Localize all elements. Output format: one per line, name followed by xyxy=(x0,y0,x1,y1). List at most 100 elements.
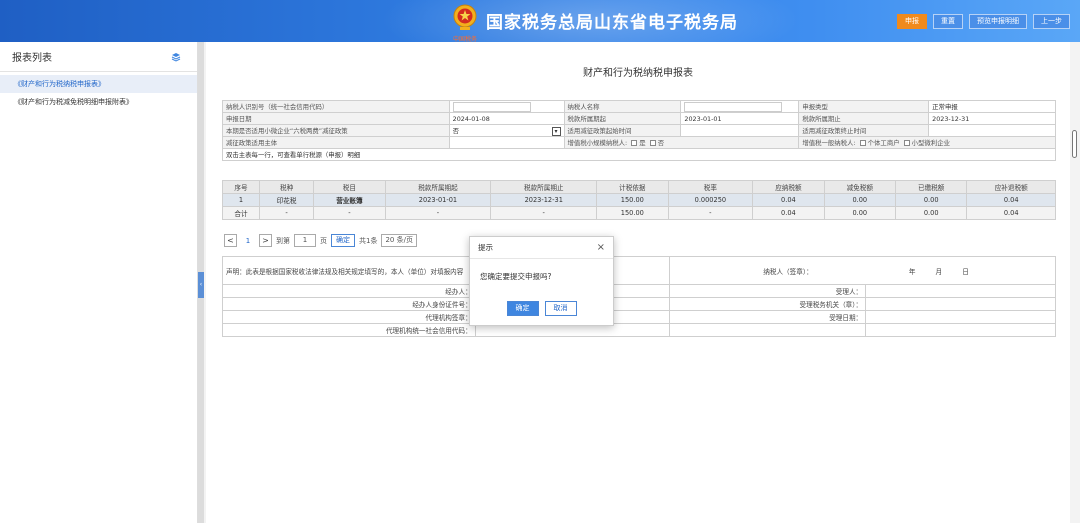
table-hint: 双击主表每一行，可查看单行税源（申报）明细 xyxy=(222,148,1056,161)
col-header: 税率 xyxy=(667,180,754,194)
col-header: 已缴税额 xyxy=(894,180,968,194)
current-page-number[interactable]: 1 xyxy=(241,237,255,245)
signature-cell: 纳税人（签章）： 年 月 日 xyxy=(669,256,1056,285)
close-icon[interactable]: × xyxy=(597,242,605,253)
next-page-button[interactable]: > xyxy=(259,234,272,247)
goto-label: 到第 xyxy=(276,236,290,245)
period-end-value: 2023-12-31 xyxy=(928,112,1056,125)
app-header: 中国税务 国家税务总局山东省电子税务局 申报 重置 预览申报明细 上一步 xyxy=(0,0,1080,42)
declare-button[interactable]: 申报 xyxy=(897,14,927,29)
scrollbar-thumb[interactable] xyxy=(1072,130,1077,158)
main-panel: 财产和行为税纳税申报表 纳税人识别号（统一社会信用代码） 纳税人名称 申报类型 … xyxy=(206,42,1070,523)
table-cell: 0.00 xyxy=(894,206,968,220)
individual-label: 个体工商户 xyxy=(867,139,900,147)
period-start-value: 2023-01-01 xyxy=(680,112,800,125)
table-cell: 营业账簿 xyxy=(313,193,386,207)
declare-type-label: 申报类型 xyxy=(798,100,930,113)
signer-label: 纳税人（签章）： xyxy=(763,267,813,276)
table-cell: 150.00 xyxy=(596,193,669,207)
agency-seal-label: 代理机构签章： xyxy=(222,310,476,324)
micro-enterprise-label: 小型微利企业 xyxy=(911,139,950,147)
form-title: 财产和行为税纳税申报表 xyxy=(583,68,693,79)
declare-type-value: 正常申报 xyxy=(928,100,1056,113)
taxpayer-info-grid: 纳税人识别号（统一社会信用代码） 纳税人名称 申报类型 正常申报 申报日期 20… xyxy=(222,100,1056,161)
header-actions: 申报 重置 预览申报明细 上一步 xyxy=(897,14,1070,29)
col-header: 应纳税额 xyxy=(752,180,825,194)
tax-emblem-icon xyxy=(453,4,477,30)
year-label: 年 xyxy=(908,267,916,276)
dialog-message: 您确定要提交申报吗? xyxy=(480,272,552,281)
table-total-row: 合计 - - - - 150.00 - 0.04 0.00 0.00 0.04 xyxy=(222,206,1056,220)
report-sidebar: 报表列表 《财产和行为税纳税申报表》 《财产和行为税减免税明细申报附表》 xyxy=(0,42,198,523)
col-header: 税款所属期起 xyxy=(384,180,492,194)
tax-detail-table: 序号 税种 税目 税款所属期起 税款所属期止 计税依据 税率 应纳税额 减免税额… xyxy=(222,180,1056,220)
table-row[interactable]: 1 印花税 营业账簿 2023-01-01 2023-12-31 150.00 … xyxy=(222,193,1056,207)
dialog-actions: 确定 取消 xyxy=(470,301,613,316)
col-header: 应补退税额 xyxy=(966,180,1056,194)
table-cell: - xyxy=(667,206,754,220)
table-cell: 2023-12-31 xyxy=(490,193,598,207)
table-cell: 1 xyxy=(222,193,260,207)
sidebar-header: 报表列表 xyxy=(0,42,197,72)
declaration-table: 声明：此表是根据国家税收法律法规及相关规定填写的，本人（单位）对填报内容 纳税人… xyxy=(221,256,1056,337)
dialog-title: 提示 xyxy=(478,243,493,252)
vat-small-label: 增值税小规模纳税人: xyxy=(567,139,628,147)
vat-small-no-checkbox[interactable] xyxy=(649,140,656,146)
pagination: < 1 > 到第 1 页 确定 共1条 20 条/页 xyxy=(224,234,417,247)
back-button[interactable]: 上一步 xyxy=(1033,14,1070,29)
table-cell: 0.04 xyxy=(966,193,1056,207)
prev-page-button[interactable]: < xyxy=(224,234,237,247)
reduce-start-label: 适用减征政策起始时间 xyxy=(563,124,682,137)
table-cell: 0.04 xyxy=(752,206,825,220)
table-cell: - xyxy=(384,206,492,220)
agent-label: 经办人： xyxy=(222,284,476,298)
table-cell: 印花税 xyxy=(258,193,315,207)
small-biz-policy-select[interactable]: 否 ▾ xyxy=(448,124,565,137)
table-cell: 0.04 xyxy=(752,193,825,207)
vat-small-option: 增值税小规模纳税人: 是 否 xyxy=(563,136,800,149)
reduce-end-field[interactable] xyxy=(928,124,1056,137)
taxpayer-name-field[interactable] xyxy=(680,100,800,113)
receive-date-field xyxy=(865,310,1056,324)
table-cell: 2023-01-01 xyxy=(384,193,492,207)
taxpayer-name-value-masked xyxy=(684,101,783,112)
taxpayer-id-field[interactable] xyxy=(448,100,565,113)
goto-page-input[interactable]: 1 xyxy=(294,234,316,247)
table-cell: 0.00 xyxy=(823,193,896,207)
table-cell: 0.04 xyxy=(966,206,1056,220)
table-header-row: 序号 税种 税目 税款所属期起 税款所属期止 计税依据 税率 应纳税额 减免税额… xyxy=(222,180,1056,194)
sidebar-item-property-tax-form[interactable]: 《财产和行为税纳税申报表》 xyxy=(0,75,197,93)
confirm-dialog: 提示 × 您确定要提交申报吗? 确定 取消 xyxy=(469,236,614,326)
period-end-label: 税款所属期止 xyxy=(798,112,930,125)
cancel-button[interactable]: 取消 xyxy=(544,301,577,316)
total-count: 共1条 xyxy=(359,236,378,245)
table-cell: - xyxy=(258,206,315,220)
receiving-office-label: 受理税务机关（章）： xyxy=(669,297,867,311)
page-unit-label: 页 xyxy=(320,236,327,245)
confirm-button[interactable]: 确定 xyxy=(506,301,539,316)
col-header: 计税依据 xyxy=(596,180,669,194)
individual-checkbox[interactable] xyxy=(859,140,866,146)
goto-confirm-button[interactable]: 确定 xyxy=(331,234,355,247)
taxpayer-name-label: 纳税人名称 xyxy=(563,100,682,113)
collapse-arrow-icon[interactable]: ‹ xyxy=(198,272,204,298)
vat-small-yes-label: 是 xyxy=(639,139,646,147)
sidebar-item-reduction-schedule[interactable]: 《财产和行为税减免税明细申报附表》 xyxy=(0,93,197,111)
reset-button[interactable]: 重置 xyxy=(933,14,963,29)
empty-cell xyxy=(865,323,1056,337)
micro-enterprise-checkbox[interactable] xyxy=(903,140,910,146)
table-cell: 0.000250 xyxy=(667,193,754,207)
table-cell: 合计 xyxy=(222,206,260,220)
col-header: 减免税额 xyxy=(823,180,896,194)
layers-icon[interactable] xyxy=(171,52,181,62)
col-header: 序号 xyxy=(222,180,260,194)
preview-detail-button[interactable]: 预览申报明细 xyxy=(969,14,1027,29)
col-header: 税目 xyxy=(313,180,386,194)
reduce-subject-spacer xyxy=(448,136,565,149)
reduce-start-field[interactable] xyxy=(680,124,800,137)
site-title: 国家税务总局山东省电子税务局 xyxy=(486,13,738,33)
page-size-select[interactable]: 20 条/页 xyxy=(381,234,417,247)
empty-cell xyxy=(669,323,867,337)
chevron-down-icon[interactable]: ▾ xyxy=(551,126,561,136)
vat-small-yes-checkbox[interactable] xyxy=(631,140,638,146)
